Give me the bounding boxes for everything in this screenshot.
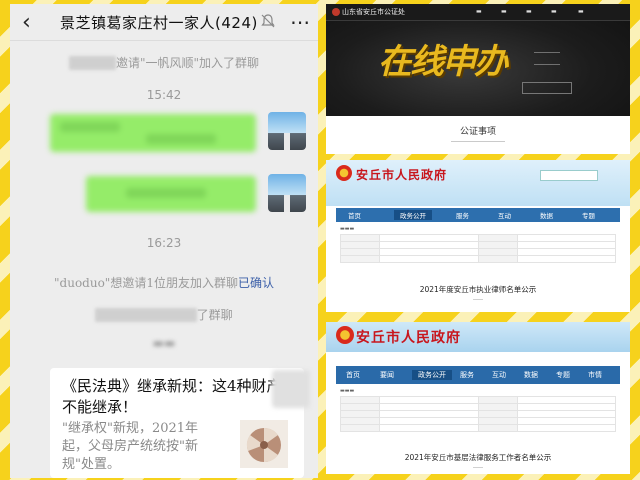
redacted-message-bubble[interactable] [50, 114, 256, 152]
document-date: ―― [473, 465, 483, 471]
document-info-table [340, 396, 616, 432]
timestamp: 16:23 [146, 236, 182, 250]
mute-bell-icon [261, 14, 275, 28]
hero-button[interactable] [522, 82, 572, 94]
breadcrumb: ▬▬▬ [340, 388, 355, 394]
seal-icon [332, 8, 340, 16]
nav-item-topics[interactable]: 专题 [582, 210, 595, 220]
nav-item-home[interactable]: 首页 [348, 210, 361, 220]
chat-title: 景芝镇葛家庄村一家人(424) [60, 14, 258, 32]
more-options-icon[interactable]: ⋯ [290, 10, 311, 34]
nav-item[interactable]: ▬ [526, 8, 532, 15]
breadcrumb: ▬▬▬ [340, 226, 355, 232]
nav-item-home[interactable]: 首页 [346, 370, 360, 380]
nav-item-service[interactable]: 服务 [456, 210, 469, 220]
government-page-screenshot-1: 安丘市人民政府 首页 政务公开 服务 互动 数据 专题 ▬▬▬ 2021年度安丘… [326, 160, 630, 312]
nav-item-service[interactable]: 服务 [460, 370, 474, 380]
timestamp: 15:42 [146, 88, 182, 102]
nav-item[interactable]: ▬ [551, 8, 557, 15]
search-input[interactable] [540, 170, 598, 181]
gov-nav-bar: 首页 要闻 政务公开 服务 互动 数据 专题 市情 [336, 366, 620, 384]
wechat-group-chat-screenshot: ‹ 景芝镇葛家庄村一家人(424) ⋯ xxxx邀请"一帆风顺"加入了群聊 15… [10, 4, 318, 478]
invite-confirmed-link[interactable]: 已确认 [238, 276, 274, 290]
chat-header: ‹ 景芝镇葛家庄村一家人(424) ⋯ [10, 4, 318, 41]
system-message-invite: "duoduo"想邀请1位朋友加入群聊已确认 [54, 276, 274, 290]
section-subtitle: ――――――――― [451, 138, 505, 145]
hero-slogan: ―――― ―――― [534, 48, 560, 68]
article-description: "继承权"新规，2021年起，父母房产统统按"新规"处置。 [62, 421, 199, 472]
hero-calligraphy: 在线申办 [378, 42, 508, 82]
site-logo[interactable]: 山东省安丘市公证处 [332, 7, 405, 17]
nav-item-news[interactable]: 要闻 [380, 370, 394, 380]
nav-item-gov-affairs[interactable]: 政务公开 [394, 210, 432, 220]
document-date: ―― [473, 297, 483, 303]
nav-item-interaction[interactable]: 互动 [492, 370, 506, 380]
gov-site-name: 安丘市人民政府 [356, 168, 448, 182]
sender-avatar[interactable] [268, 112, 306, 150]
nav-item-city-info[interactable]: 市情 [588, 370, 602, 380]
gov-site-name: 安丘市人民政府 [356, 330, 461, 346]
redacted-name: xxxxxxxxxxxx [95, 308, 197, 322]
nav-item[interactable]: ▬ [476, 8, 482, 15]
document-title: 2021年安丘市基层法律服务工作者名单公示 [404, 453, 552, 462]
document-title: 2021年度安丘市执业律师名单公示 [419, 285, 537, 294]
sender-avatar[interactable] [272, 370, 310, 408]
national-emblem-icon [336, 165, 352, 181]
system-message-join: xxxx邀请"一帆风顺"加入了群聊 [10, 54, 318, 71]
nav-item-gov-affairs[interactable]: 政务公开 [412, 370, 452, 380]
nav-item[interactable]: ▬ [578, 8, 584, 15]
article-title: 《民法典》继承新规：这4种财产不能继承！ [62, 377, 282, 416]
document-info-table [340, 234, 616, 263]
article-thumbnail-image [240, 420, 288, 468]
gov-header: 安丘市人民政府 [326, 322, 630, 352]
back-arrow-icon[interactable]: ‹ [22, 10, 31, 35]
system-message-join-2: xxxxxxxxxxxx了群聊 [10, 306, 318, 323]
nav-item[interactable]: ▬ [501, 8, 507, 15]
nav-item-topics[interactable]: 专题 [556, 370, 570, 380]
national-emblem-icon [336, 326, 354, 344]
notary-website-screenshot: 山东省安丘市公证处 ▬ ▬ ▬ ▬ ▬ 在线申办 ―――― ―――― 公证事项 ―… [326, 4, 630, 154]
redacted-timestamp: ▬▬ [152, 336, 176, 350]
redacted-message-bubble[interactable] [86, 176, 256, 212]
section-title: 公证事项 [459, 127, 496, 137]
article-share-card[interactable]: 《民法典》继承新规：这4种财产不能继承！ "继承权"新规，2021年起，父母房产… [50, 368, 304, 478]
nav-item-data[interactable]: 数据 [524, 370, 538, 380]
top-nav-bar: 山东省安丘市公证处 ▬ ▬ ▬ ▬ ▬ [326, 4, 630, 21]
gov-nav-bar: 首页 政务公开 服务 互动 数据 专题 [336, 208, 620, 222]
redacted-name: xxxx [68, 56, 117, 70]
gov-header: 安丘市人民政府 [326, 160, 630, 206]
nav-item-data[interactable]: 数据 [540, 210, 553, 220]
government-page-screenshot-2: 安丘市人民政府 首页 要闻 政务公开 服务 互动 数据 专题 市情 ▬▬▬ 20… [326, 322, 630, 474]
nav-item-interaction[interactable]: 互动 [498, 210, 511, 220]
sender-avatar[interactable] [268, 174, 306, 212]
